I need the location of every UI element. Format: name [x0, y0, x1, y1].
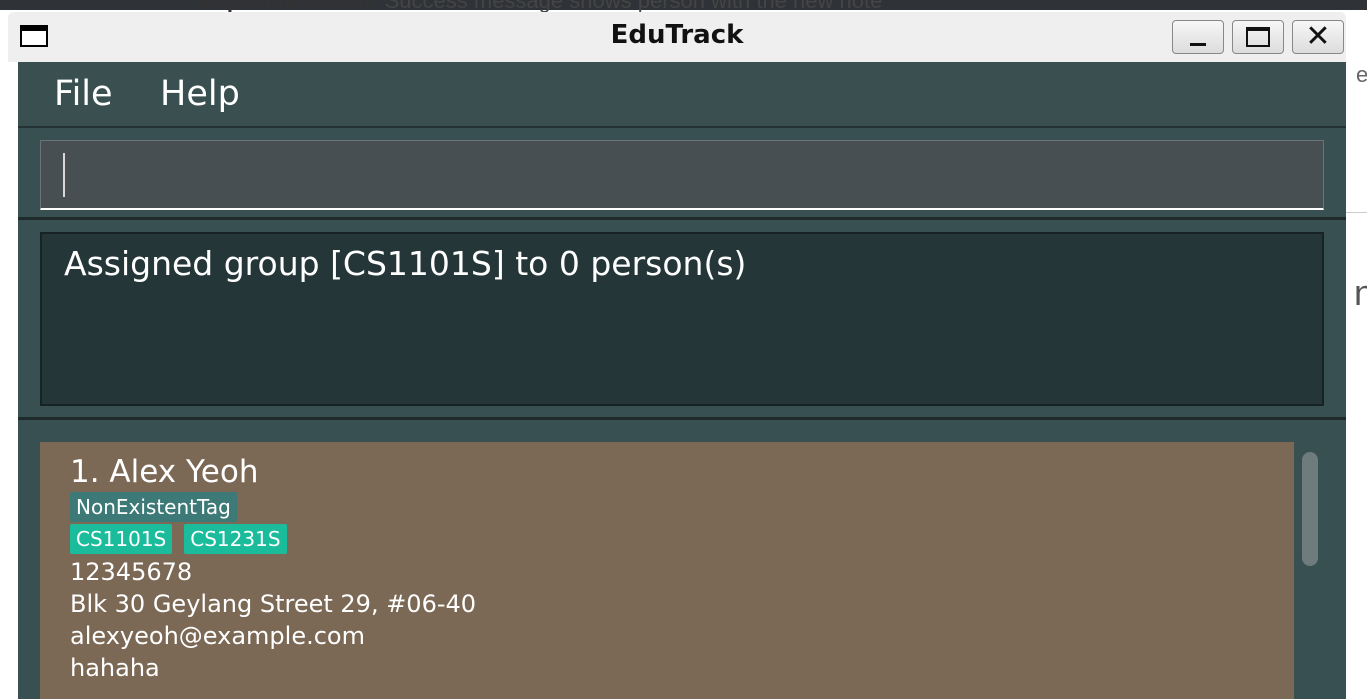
scrollbar-thumb[interactable]: [1302, 452, 1318, 566]
result-display-placeholder: Assigned group [CS1101S] to 0 person(s): [18, 220, 1346, 420]
close-button[interactable]: ✕: [1292, 20, 1344, 54]
result-display[interactable]: Assigned group [CS1101S] to 0 person(s): [40, 232, 1324, 406]
group-label: CS1101S: [70, 524, 173, 554]
command-box-placeholder: [18, 128, 1346, 220]
minimize-button[interactable]: [1172, 20, 1224, 54]
app-content: File Help Assigned group [CS1101S] to 0 …: [18, 62, 1346, 699]
group-row: CS1101S CS1231S: [70, 524, 299, 554]
background-letter: e: [1356, 62, 1367, 87]
command-input[interactable]: [40, 140, 1324, 210]
text-caret: [63, 153, 65, 197]
person-phone: 12345678: [70, 558, 193, 586]
person-email: alexyeoh@example.com: [70, 622, 365, 650]
tag-label: NonExistentTag: [70, 492, 237, 522]
group-label: CS1231S: [184, 524, 287, 554]
close-icon: ✕: [1305, 19, 1331, 54]
person-address: Blk 30 Geylang Street 29, #06-40: [70, 590, 477, 618]
background-divider: [1346, 212, 1367, 213]
minimize-icon: [1190, 43, 1206, 46]
person-name: 1. Alex Yeoh: [70, 454, 259, 490]
person-list[interactable]: 1. Alex Yeoh NonExistentTag CS1101S CS123…: [18, 420, 1346, 699]
maximize-button[interactable]: [1232, 20, 1284, 54]
person-card[interactable]: 1. Alex Yeoh NonExistentTag CS1101S CS123…: [40, 442, 1294, 699]
title-bar[interactable]: EduTrack ✕: [8, 12, 1346, 62]
list-scrollbar[interactable]: [1298, 442, 1322, 699]
menu-help[interactable]: Help: [160, 74, 240, 114]
result-message: Assigned group [CS1101S] to 0 person(s): [64, 244, 747, 283]
menu-bar: File Help: [18, 62, 1346, 128]
menu-file[interactable]: File: [54, 74, 113, 114]
background-letter: n: [1354, 272, 1367, 313]
person-note: hahaha: [70, 654, 160, 682]
tag-row: NonExistentTag: [70, 492, 249, 522]
window-title: EduTrack: [610, 20, 744, 50]
maximize-icon: [1246, 27, 1270, 47]
app-window: EduTrack ✕ File Help Assigned group [CS1…: [8, 12, 1346, 699]
